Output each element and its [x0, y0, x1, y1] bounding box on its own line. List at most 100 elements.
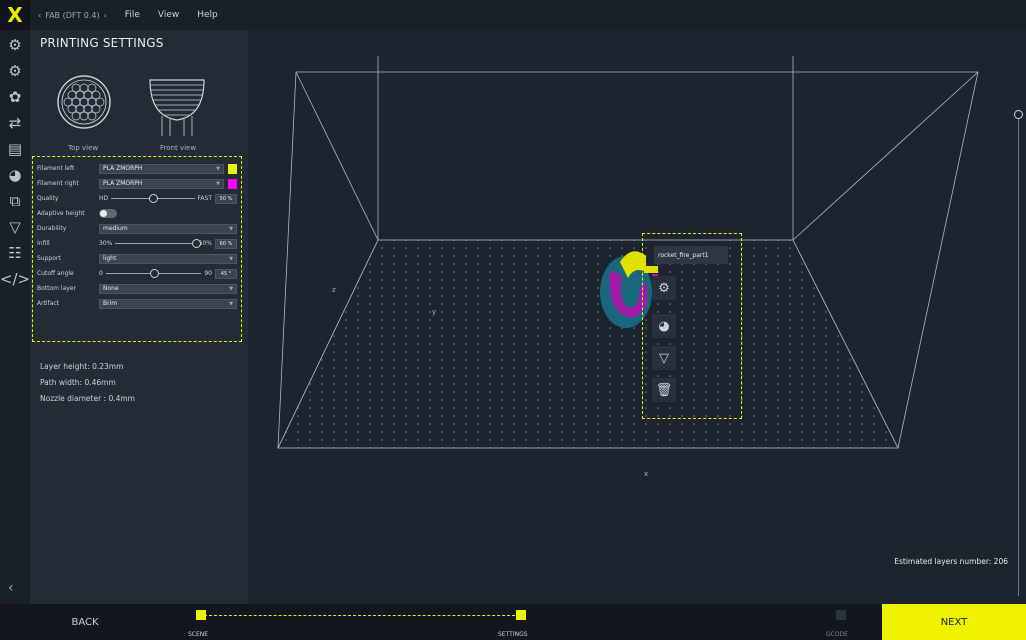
quality-knob[interactable] — [148, 194, 158, 203]
quality-track[interactable] — [111, 194, 195, 203]
step-scene-marker[interactable] — [196, 610, 206, 620]
bottom-layer-select[interactable]: None ▼ — [99, 283, 237, 294]
infill-value-box[interactable]: 60 % — [215, 238, 237, 249]
cutoff-angle-max-label: 90 — [204, 270, 212, 277]
axis-x-label: x — [644, 470, 649, 478]
copy-icon[interactable]: ⧉ — [4, 190, 26, 212]
quality-row: Quality HD FAST 50 % — [37, 191, 237, 206]
infill-row: Infill 30% 60% 60 % — [37, 236, 237, 251]
quality-min-label: HD — [99, 195, 109, 202]
filament-right-value: PLA ZMORPH — [103, 180, 143, 187]
object-delete-trash-icon[interactable]: 🗑 — [652, 378, 676, 402]
menu-help[interactable]: Help — [197, 10, 218, 20]
infill-slider[interactable]: 30% 60% 60 % — [99, 238, 237, 249]
step-scene-label[interactable]: SCENE — [188, 631, 208, 638]
cutoff-angle-min-label: 0 — [99, 270, 103, 277]
build-plate — [277, 239, 899, 449]
code-icon[interactable]: </> — [0, 268, 30, 290]
menu-view[interactable]: View — [158, 10, 179, 20]
artifact-row: Artifact Brim ▼ — [37, 296, 237, 311]
step-gcode-marker[interactable] — [836, 610, 846, 620]
object-settings-gear-icon[interactable]: ⚙ — [652, 276, 676, 300]
cutoff-angle-knob[interactable] — [149, 269, 159, 278]
filament-left-row: Filament left PLA ZMORPH ▼ — [37, 161, 237, 176]
palette-icon[interactable]: ◕ — [4, 164, 26, 186]
infill-label: Infill — [37, 240, 50, 247]
filament-right-row: Filament right PLA ZMORPH ▼ — [37, 176, 237, 191]
cutoff-angle-slider[interactable]: 0 90 45 ° — [99, 268, 237, 279]
progress-line — [204, 615, 520, 616]
filament-right-color-swatch[interactable] — [228, 178, 237, 189]
durability-row: Durability medium ▼ — [37, 221, 237, 236]
chevron-down-icon: ▼ — [216, 165, 220, 172]
layer-slider-knob[interactable] — [1014, 110, 1023, 119]
menu-file[interactable]: File — [125, 10, 140, 20]
top-menu-bar: X ‹ FAB (DFT 0.4) › File View Help — [0, 0, 1026, 30]
table-gear-icon[interactable]: ▤ — [4, 138, 26, 160]
support-select[interactable]: light ▼ — [99, 253, 237, 264]
chevron-down-icon: ▼ — [229, 300, 233, 307]
bottom-layer-value: None — [103, 285, 119, 292]
top-view-illustration — [57, 75, 111, 129]
funnel-icon[interactable]: ▽ — [4, 216, 26, 238]
collapse-panel-button[interactable]: ‹ — [8, 580, 14, 596]
step-gcode-label[interactable]: GCODE — [826, 631, 848, 638]
chevron-right-icon: › — [103, 10, 107, 20]
step-settings-marker[interactable] — [516, 610, 526, 620]
support-label: Support — [37, 255, 61, 262]
layer-slider-track[interactable] — [1018, 116, 1019, 596]
path-width-info: Path width: 0.46mm — [40, 378, 116, 387]
tool-rail: ⚙ ⚙ ✿ ⇄ ▤ ◕ ⧉ ▽ ☷ </> ‹ — [0, 30, 30, 604]
filament-left-select[interactable]: PLA ZMORPH ▼ — [99, 163, 224, 174]
gear-plus-icon[interactable]: ⚙ — [4, 60, 26, 82]
support-value: light — [103, 255, 117, 262]
quality-slider[interactable]: HD FAST 50 % — [99, 193, 237, 204]
chevron-down-icon: ▼ — [216, 180, 220, 187]
back-button[interactable]: BACK — [30, 604, 140, 640]
panel-title: PRINTING SETTINGS — [40, 36, 164, 50]
axis-y-label: y — [432, 308, 437, 316]
step-settings-label[interactable]: SETTINGS — [498, 631, 528, 638]
infill-max-label: 60% — [198, 240, 212, 247]
object-palette-icon[interactable]: ◕ — [652, 314, 676, 338]
cutoff-angle-value-box[interactable]: 45 ° — [215, 268, 237, 279]
artifact-select[interactable]: Brim ▼ — [99, 298, 237, 309]
network-icon[interactable]: ☷ — [4, 242, 26, 264]
filament-left-label: Filament left — [37, 165, 75, 172]
quality-max-label: FAST — [197, 195, 212, 202]
adaptive-height-toggle[interactable] — [99, 209, 117, 218]
infill-min-label: 30% — [99, 240, 113, 247]
printing-settings-panel: PRINTING SETTINGS Top view Front view Fi… — [30, 30, 248, 604]
cutoff-angle-track[interactable] — [105, 269, 202, 278]
app-window: X ‹ FAB (DFT 0.4) › File View Help ⚙ ⚙ ✿… — [0, 0, 1026, 640]
quality-value-box[interactable]: 50 % — [215, 193, 237, 204]
build-volume — [277, 56, 979, 449]
layer-height-info: Layer height: 0.23mm — [40, 362, 124, 371]
infill-track[interactable] — [115, 239, 201, 248]
object-funnel-icon[interactable]: ▽ — [652, 346, 676, 370]
infill-knob[interactable] — [191, 239, 201, 248]
gear-icon[interactable]: ⚙ — [4, 34, 26, 56]
bottom-layer-label: Bottom layer — [37, 285, 76, 292]
filament-left-color-swatch[interactable] — [228, 163, 237, 174]
bottom-navigation-bar: BACK SCENE SETTINGS GCODE NEXT — [0, 604, 1026, 640]
swap-gear-icon[interactable]: ⇄ — [4, 112, 26, 134]
object-name-label: rocket_fire_part1 — [654, 246, 728, 264]
filament-left-value: PLA ZMORPH — [103, 165, 143, 172]
estimated-layers-label: Estimated layers number: 206 — [894, 557, 1008, 566]
quality-label: Quality — [37, 195, 59, 202]
durability-select[interactable]: medium ▼ — [99, 223, 237, 234]
bottom-layer-row: Bottom layer None ▼ — [37, 281, 237, 296]
3d-viewport[interactable]: rocket_fire_part1 ⚙ ◕ ▽ 🗑 z y x Estimate… — [248, 30, 1026, 604]
durability-label: Durability — [37, 225, 67, 232]
support-row: Support light ▼ — [37, 251, 237, 266]
chevron-down-icon: ▼ — [229, 255, 233, 262]
adaptive-height-row: Adaptive height — [37, 206, 237, 221]
front-view-label: Front view — [160, 144, 197, 152]
artifact-label: Artifact — [37, 300, 60, 307]
palette-gear-icon[interactable]: ✿ — [4, 86, 26, 108]
printer-selector[interactable]: ‹ FAB (DFT 0.4) › — [38, 11, 107, 20]
chevron-left-icon: ‹ — [38, 10, 42, 20]
next-button[interactable]: NEXT — [882, 604, 1026, 640]
filament-right-select[interactable]: PLA ZMORPH ▼ — [99, 178, 224, 189]
